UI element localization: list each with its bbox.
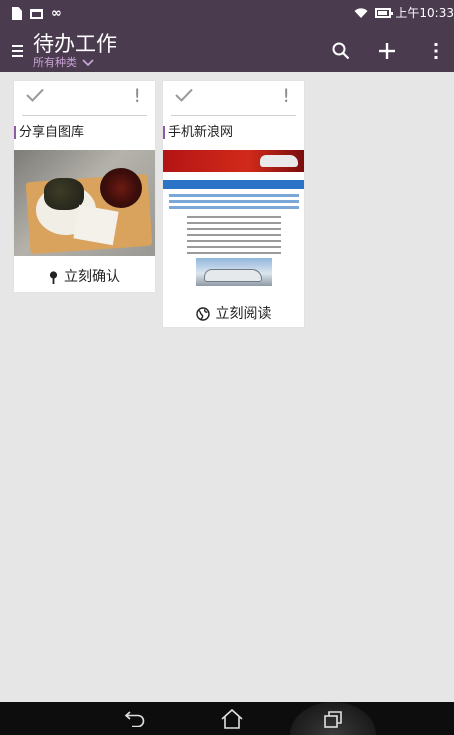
card-title: 手机新浪网 (163, 124, 304, 142)
search-button[interactable] (326, 36, 356, 66)
home-icon (221, 708, 243, 729)
notification-icons: ∞ (12, 7, 62, 20)
add-icon (379, 43, 395, 59)
battery-charging-icon (375, 8, 394, 18)
task-card[interactable]: ! 分享自图库 立刻确认 (14, 81, 155, 292)
search-icon (332, 42, 350, 60)
priority-icon[interactable]: ! (282, 86, 290, 106)
priority-icon[interactable]: ! (133, 86, 141, 106)
back-icon (124, 710, 145, 727)
pin-icon (49, 270, 58, 284)
photo-thumbnail[interactable] (14, 150, 155, 256)
web-page-thumbnail[interactable] (163, 150, 304, 293)
navigation-bar (0, 702, 454, 735)
divider (171, 115, 296, 116)
wifi-icon (354, 8, 368, 18)
chevron-down-icon (82, 59, 94, 67)
recent-apps-button[interactable] (308, 702, 358, 735)
overflow-menu-button[interactable] (421, 36, 451, 66)
task-card[interactable]: ! 手机新浪网 立刻阅读 (163, 81, 304, 327)
add-button[interactable] (372, 36, 402, 66)
action-bar: 待办工作 所有种类 (0, 30, 454, 72)
status-bar: ∞ 上午10:33 (0, 0, 454, 30)
confirm-now-label: 立刻确认 (64, 269, 120, 285)
read-now-button[interactable]: 立刻阅读 (163, 303, 304, 325)
card-title: 分享自图库 (14, 124, 155, 142)
recent-apps-icon (324, 710, 342, 728)
infinity-icon: ∞ (51, 5, 62, 21)
read-now-label: 立刻阅读 (215, 306, 272, 322)
system-icons: 上午10:33 (354, 6, 454, 20)
task-grid: ! 分享自图库 立刻确认 ! 手机新浪网 立刻阅读 (0, 72, 454, 702)
divider (22, 115, 147, 116)
globe-icon (195, 307, 210, 321)
category-filter-label: 所有种类 (33, 56, 77, 69)
mail-icon (30, 8, 43, 19)
check-icon[interactable] (175, 88, 193, 102)
overflow-menu-icon (434, 43, 438, 59)
home-button[interactable] (207, 702, 257, 735)
confirm-now-button[interactable]: 立刻确认 (14, 266, 155, 288)
card-controls: ! (163, 81, 304, 116)
check-icon[interactable] (26, 88, 44, 102)
status-time: 上午10:33 (395, 6, 454, 20)
card-controls: ! (14, 81, 155, 116)
drawer-menu-icon[interactable] (12, 45, 23, 57)
category-filter[interactable]: 所有种类 (33, 57, 94, 69)
file-icon (12, 7, 22, 20)
back-button[interactable] (110, 702, 160, 735)
page-title: 待办工作 (33, 32, 117, 56)
